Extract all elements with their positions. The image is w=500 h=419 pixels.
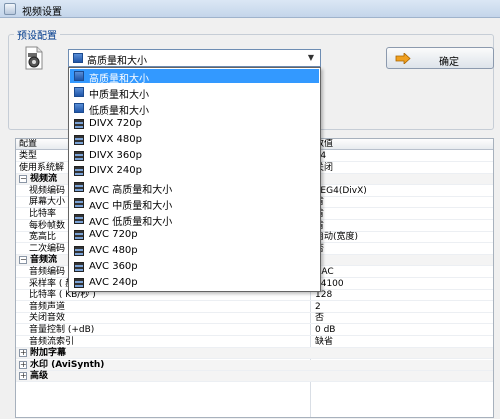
- grid-category-row[interactable]: + 水印 (AviSynth): [16, 359, 493, 371]
- preset-option[interactable]: AVC 720p: [70, 228, 319, 242]
- dialog-body: 预设配置 高质量和大小 ▼ 确定 配置 数值 类型P4使用系统解关闭−视频流视频…: [0, 18, 500, 419]
- quality-icon: [74, 86, 84, 97]
- property-value[interactable]: 2: [315, 302, 321, 313]
- arrow-right-icon: [395, 53, 411, 64]
- property-name: 高级: [30, 371, 49, 382]
- film-icon: [74, 214, 84, 225]
- preset-option[interactable]: 高质量和大小: [70, 69, 319, 85]
- film-icon: [74, 277, 84, 288]
- preset-option-label: DIVX 480p: [89, 133, 142, 145]
- property-name: 关闭音效: [29, 313, 66, 324]
- preset-option-label: AVC 高质量和大小: [89, 185, 173, 197]
- preset-option-label: 高质量和大小: [89, 74, 149, 85]
- property-value[interactable]: 0 dB: [315, 325, 335, 336]
- property-name: 使用系统解: [19, 162, 65, 173]
- preset-option[interactable]: AVC 高质量和大小: [70, 180, 319, 197]
- preset-option-label: AVC 中质量和大小: [89, 201, 173, 213]
- property-name: 音频流索引: [29, 336, 75, 347]
- preset-option-label: AVC 480p: [89, 244, 138, 256]
- chevron-down-icon[interactable]: ▼: [304, 52, 318, 64]
- preset-dropdown-list[interactable]: 高质量和大小 中质量和大小 低质量和大小 DIVX 720p DIVX 480p DIVX…: [68, 67, 321, 292]
- preset-option[interactable]: AVC 240p: [70, 276, 319, 290]
- preset-option-label: AVC 360p: [89, 260, 138, 272]
- grid-row[interactable]: 音量控制 (+dB) 0 dB: [16, 325, 493, 336]
- preset-option-label: AVC 240p: [89, 276, 138, 288]
- preset-option[interactable]: AVC 480p: [70, 244, 319, 258]
- grid-category-row[interactable]: + 附加字幕: [16, 348, 493, 360]
- preset-option[interactable]: AVC 360p: [70, 260, 319, 274]
- quality-icon: [73, 53, 83, 63]
- property-name: 屏幕大小: [29, 197, 66, 208]
- grid-row[interactable]: 关闭音效 否: [16, 313, 493, 325]
- property-name: 二次编码: [29, 243, 66, 254]
- film-icon: [74, 134, 84, 145]
- collapse-icon[interactable]: −: [19, 175, 27, 184]
- property-name: 音频声道: [29, 301, 66, 312]
- grid-row[interactable]: 音频流索引 缺省: [16, 336, 493, 348]
- expand-icon[interactable]: +: [19, 360, 27, 369]
- collapse-icon[interactable]: −: [19, 256, 27, 265]
- property-name: 视频流: [30, 174, 58, 185]
- film-icon: [74, 150, 84, 161]
- expand-icon[interactable]: +: [19, 372, 27, 381]
- preset-option-label: DIVX 240p: [89, 165, 142, 177]
- preset-option-label: 低质量和大小: [89, 105, 149, 117]
- preset-option[interactable]: 中质量和大小: [70, 85, 319, 101]
- property-value[interactable]: 自动(宽度): [315, 232, 358, 243]
- property-name: 每秒帧数: [29, 220, 66, 231]
- preset-option[interactable]: 低质量和大小: [70, 101, 319, 117]
- preset-combobox[interactable]: 高质量和大小 ▼: [68, 49, 321, 67]
- film-icon: [74, 245, 84, 256]
- preset-option[interactable]: DIVX 720p: [70, 117, 319, 131]
- property-name: 水印 (AviSynth): [30, 359, 105, 370]
- property-value[interactable]: 否: [315, 313, 324, 324]
- preset-option-label: DIVX 720p: [89, 117, 142, 129]
- preset-option-label: DIVX 360p: [89, 149, 142, 161]
- preset-option[interactable]: DIVX 240p: [70, 164, 319, 178]
- preset-option[interactable]: AVC 中质量和大小: [70, 196, 319, 213]
- preset-selected-text: 高质量和大小: [87, 56, 147, 67]
- grid-row[interactable]: 音频声道 2: [16, 301, 493, 313]
- film-icon: [74, 261, 84, 272]
- property-name: 附加字幕: [30, 348, 67, 359]
- property-name: 音频流: [30, 255, 58, 266]
- ok-button[interactable]: 确定: [386, 47, 494, 69]
- property-name: 音量控制 (+dB): [29, 325, 95, 335]
- ok-button-label: 确定: [439, 57, 459, 68]
- grid-category-row[interactable]: + 高级: [16, 371, 493, 383]
- preset-option-label: AVC 低质量和大小: [89, 217, 173, 229]
- preset-group-label: 预设配置: [14, 27, 60, 42]
- film-icon: [74, 198, 84, 209]
- film-icon: [74, 166, 84, 177]
- film-icon: [74, 182, 84, 193]
- expand-icon[interactable]: +: [19, 349, 27, 358]
- property-value[interactable]: PEG4(DivX): [315, 186, 367, 197]
- property-name: 视频编码: [29, 185, 66, 196]
- film-icon: [74, 118, 84, 129]
- quality-icon: [74, 102, 84, 113]
- preset-option[interactable]: DIVX 480p: [70, 133, 319, 147]
- property-name: 音频编码: [29, 267, 66, 277]
- quality-icon: [74, 71, 84, 81]
- preset-option[interactable]: AVC 低质量和大小: [70, 212, 319, 229]
- preset-option[interactable]: DIVX 360p: [70, 149, 319, 163]
- film-icon: [74, 230, 84, 240]
- property-name: 类型: [19, 151, 38, 161]
- property-value[interactable]: 缺省: [315, 337, 333, 348]
- app-icon: [4, 3, 16, 15]
- title-bar: 视频设置: [0, 0, 500, 18]
- header-name: 配置: [19, 139, 38, 149]
- preset-option-label: 中质量和大小: [89, 89, 149, 101]
- window-title: 视频设置: [22, 7, 62, 18]
- property-name: 宽高比: [29, 232, 57, 243]
- preset-file-icon: [25, 46, 43, 70]
- property-name: 比特率: [29, 209, 57, 219]
- preset-option-label: AVC 720p: [89, 229, 138, 240]
